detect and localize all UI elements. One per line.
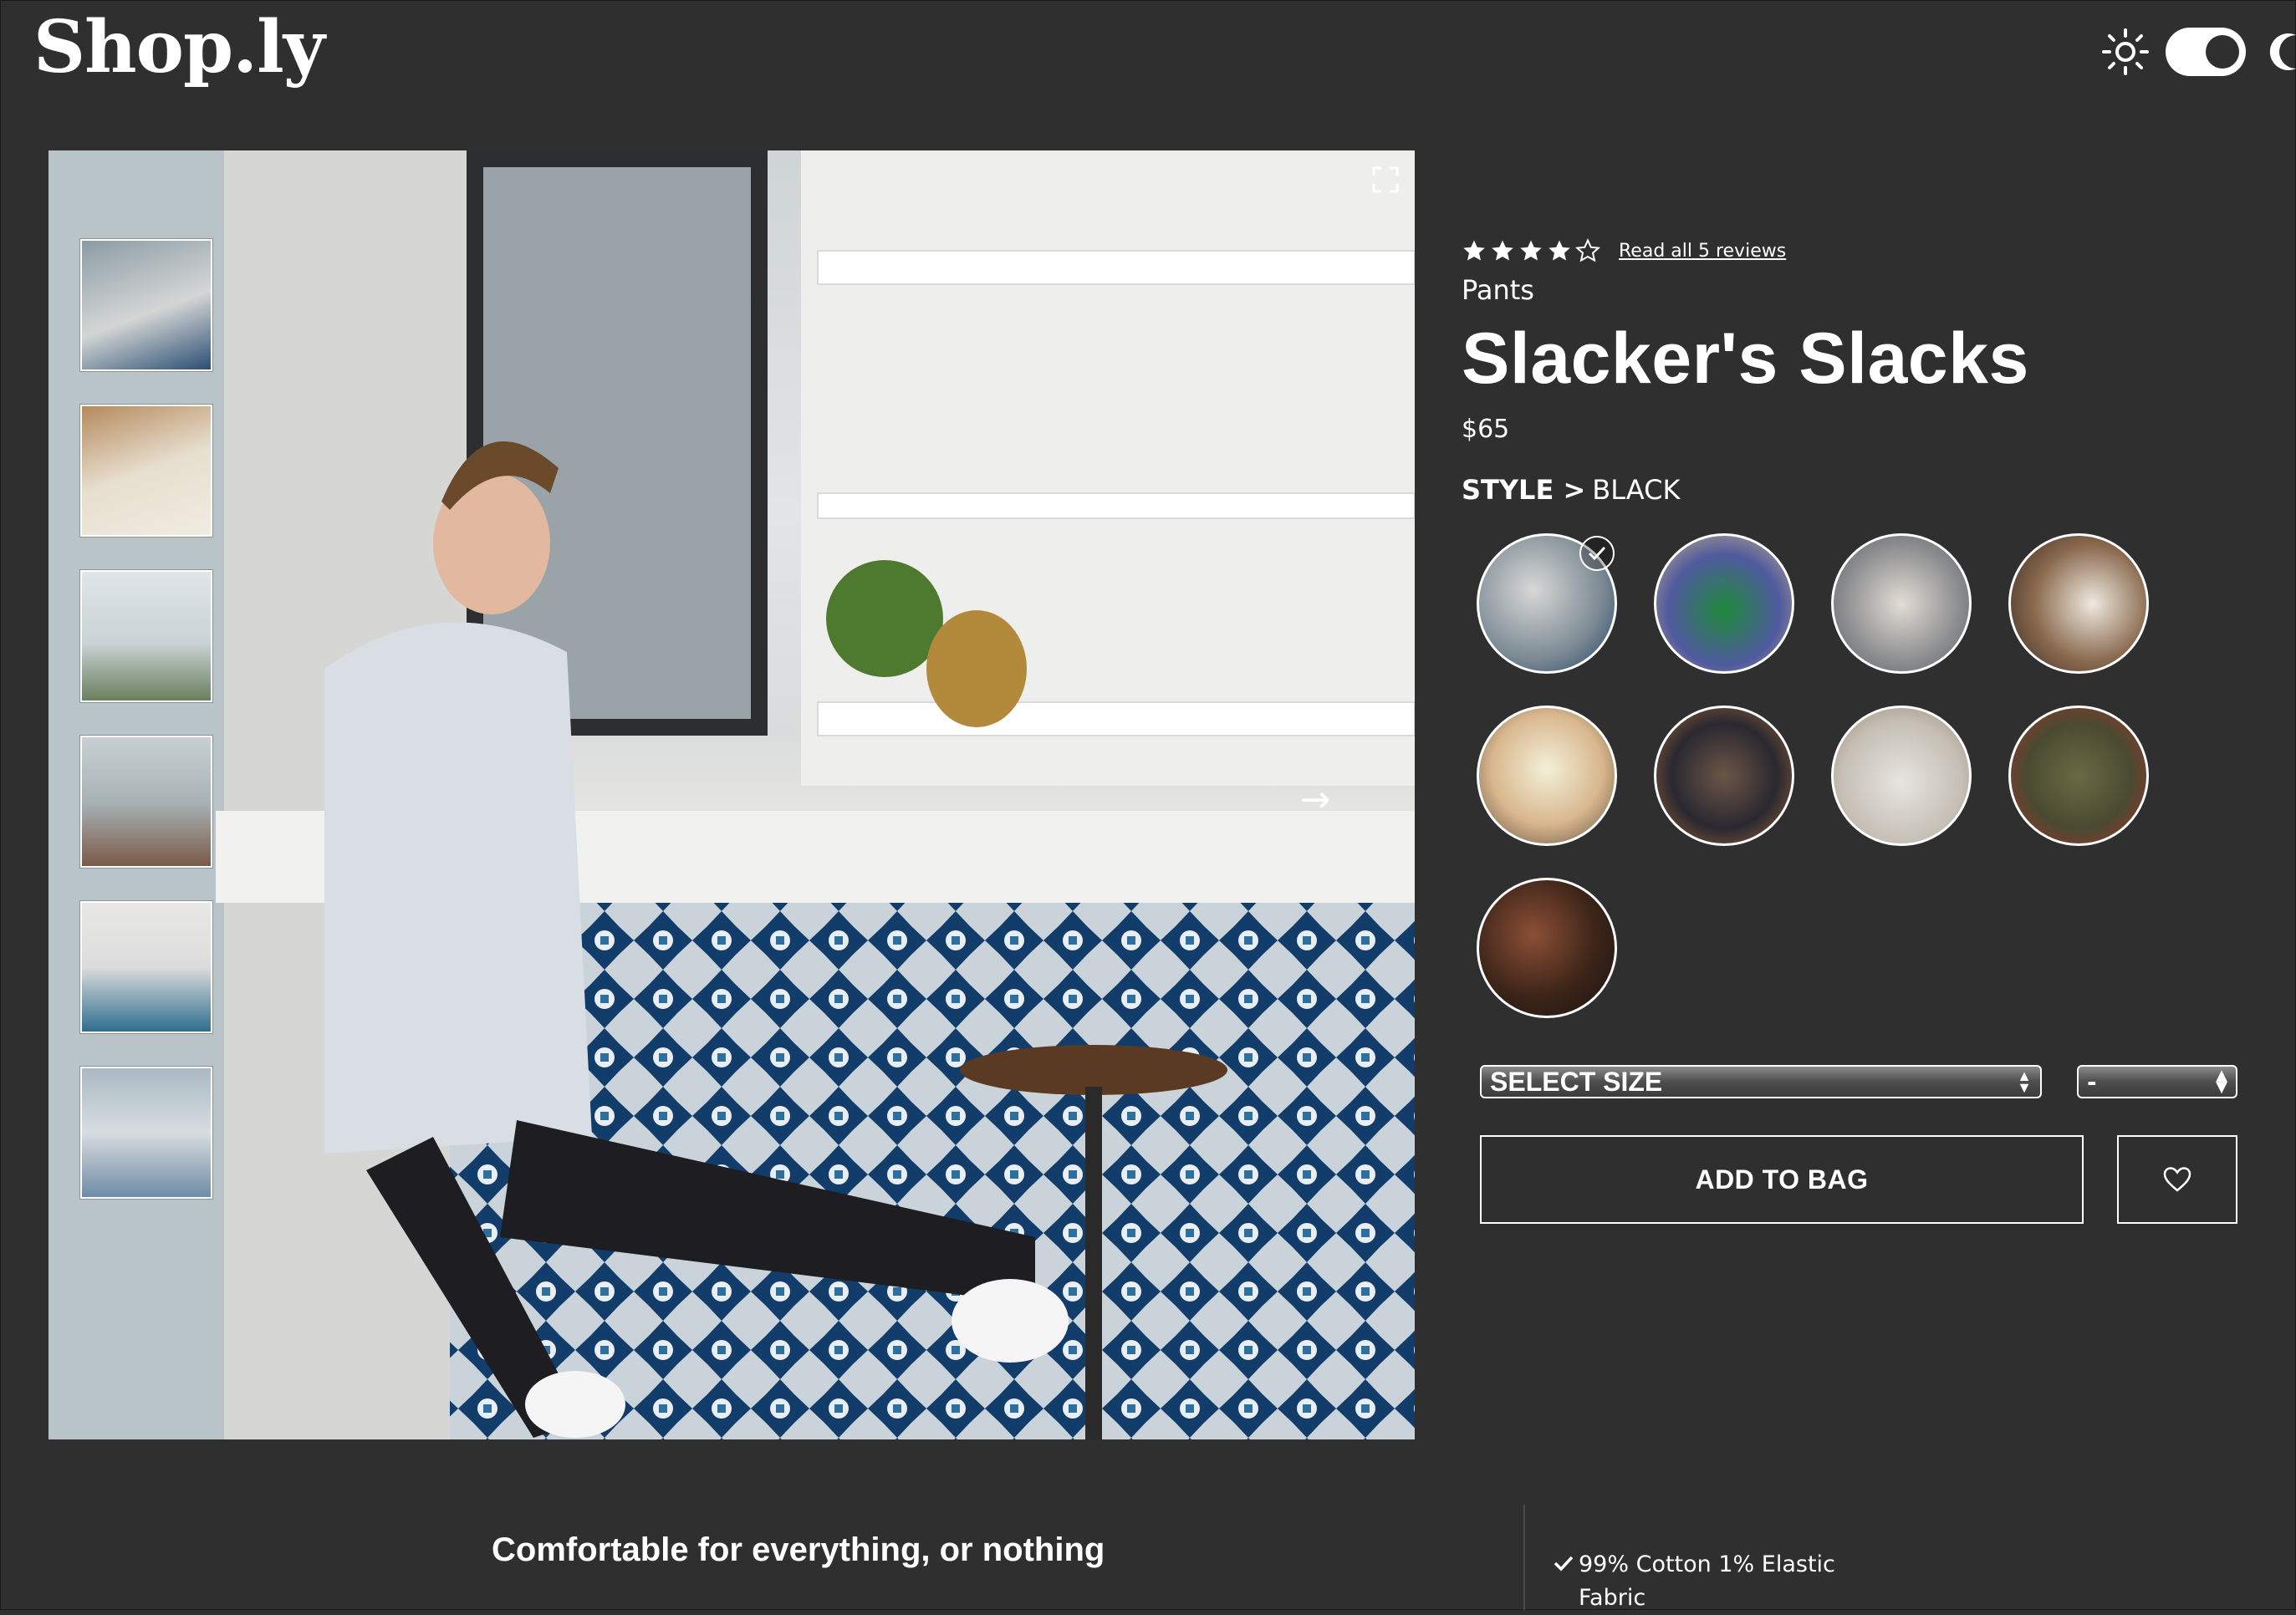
product-photo bbox=[48, 150, 1415, 1439]
style-swatch[interactable] bbox=[1477, 533, 1617, 674]
quantity-value: - bbox=[2087, 1067, 2097, 1096]
product-tagline: Comfortable for everything, or nothing bbox=[492, 1531, 1105, 1568]
theme-switch[interactable] bbox=[2166, 28, 2246, 76]
style-swatch[interactable] bbox=[2008, 533, 2149, 674]
logo[interactable]: Shop.ly bbox=[33, 5, 325, 89]
product-image-gallery[interactable]: → bbox=[48, 150, 1415, 1439]
thumbnail-strip bbox=[80, 239, 212, 1199]
thumbnail[interactable] bbox=[80, 736, 212, 868]
rating-row: Read all 5 reviews bbox=[1462, 234, 2264, 267]
thumbnail[interactable] bbox=[80, 570, 212, 702]
thumbnail[interactable] bbox=[80, 405, 212, 537]
select-arrows-icon: ▲ ▼ bbox=[2216, 1067, 2227, 1096]
quantity-select[interactable]: - ▲ ▼ bbox=[2077, 1065, 2237, 1098]
heart-icon bbox=[2163, 1167, 2191, 1192]
style-swatch[interactable] bbox=[2008, 706, 2149, 846]
product-price: $65 bbox=[1462, 415, 1510, 445]
theme-switch-knob bbox=[2206, 35, 2239, 69]
favorite-button[interactable] bbox=[2117, 1135, 2237, 1224]
size-select[interactable]: SELECT SIZE ▲ ▼ bbox=[1480, 1065, 2042, 1098]
star-filled-icon bbox=[1549, 240, 1570, 261]
moon-icon bbox=[2269, 33, 2296, 70]
style-swatches bbox=[1477, 533, 2154, 1018]
style-swatch[interactable] bbox=[1831, 706, 1972, 846]
expand-icon[interactable] bbox=[1371, 166, 1400, 194]
style-swatch[interactable] bbox=[1654, 533, 1794, 674]
add-to-bag-button[interactable]: ADD TO BAG bbox=[1480, 1135, 2084, 1224]
section-divider bbox=[1523, 1505, 1525, 1610]
theme-toggle[interactable] bbox=[2100, 22, 2296, 82]
feature-text: 99% Cotton 1% Elastic Fabric bbox=[1579, 1551, 1835, 1611]
check-icon bbox=[1554, 1556, 1574, 1572]
feature-item: 99% Cotton 1% Elastic Fabric bbox=[1554, 1548, 1863, 1615]
star-rating bbox=[1462, 238, 1600, 263]
style-label: STYLE > bbox=[1462, 474, 1586, 507]
style-value: BLACK bbox=[1592, 474, 1681, 507]
reviews-link[interactable]: Read all 5 reviews bbox=[1619, 241, 1786, 262]
style-swatch[interactable] bbox=[1477, 706, 1617, 846]
star-filled-icon bbox=[1463, 240, 1485, 261]
product-title: Slacker's Slacks bbox=[1462, 318, 2029, 399]
arrow-right-icon[interactable]: → bbox=[1294, 779, 1336, 821]
star-empty-icon bbox=[1575, 238, 1600, 262]
sun-icon bbox=[2102, 28, 2149, 75]
thumbnail[interactable] bbox=[80, 239, 212, 371]
star-filled-icon bbox=[1492, 240, 1513, 261]
style-swatch[interactable] bbox=[1477, 878, 1617, 1018]
select-arrows-icon: ▲ ▼ bbox=[2017, 1067, 2032, 1096]
thumbnail[interactable] bbox=[80, 901, 212, 1033]
size-select-label: SELECT SIZE bbox=[1490, 1066, 1663, 1097]
thumbnail[interactable] bbox=[80, 1067, 212, 1199]
product-info: Read all 5 reviews Pants Slacker's Slack… bbox=[1462, 234, 2264, 506]
star-filled-icon bbox=[1520, 240, 1542, 261]
style-swatch[interactable] bbox=[1654, 706, 1794, 846]
product-category: Pants bbox=[1462, 274, 1534, 306]
check-icon bbox=[1579, 536, 1615, 571]
style-label-row: STYLE > BLACK bbox=[1462, 474, 2264, 506]
style-swatch[interactable] bbox=[1831, 533, 1972, 674]
